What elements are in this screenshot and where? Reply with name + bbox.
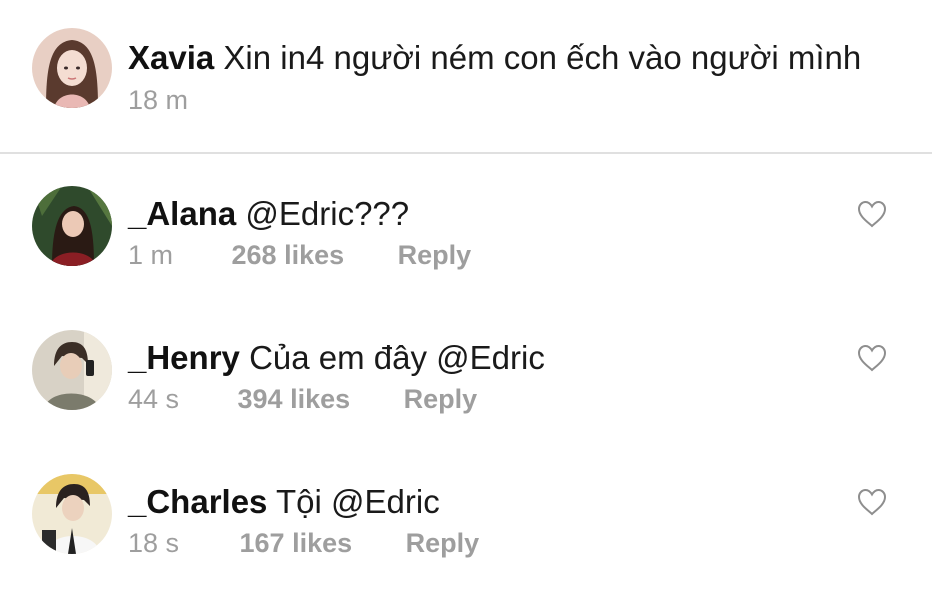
comment-text-line: _Henry Của em đây @Edric <box>128 338 545 378</box>
post-text-line: Xavia Xin in4 người ném con ếch vào ngườ… <box>128 38 861 78</box>
heart-outline-icon[interactable] <box>857 344 887 372</box>
likes-count[interactable]: 268 likes <box>232 238 345 272</box>
heart-outline-icon[interactable] <box>857 200 887 228</box>
comment-username[interactable]: _Charles <box>128 483 267 520</box>
comment-meta: 44 s 394 likes Reply <box>128 382 477 416</box>
comment-username[interactable]: _Alana <box>128 195 236 232</box>
avatar[interactable] <box>32 330 112 410</box>
comment-meta: 18 s 167 likes Reply <box>128 526 479 560</box>
comment-text: Của em đây @Edric <box>249 339 545 376</box>
comment-time: 44 s <box>128 384 180 414</box>
likes-count[interactable]: 394 likes <box>238 382 351 416</box>
divider <box>0 152 932 154</box>
avatar[interactable] <box>32 186 112 266</box>
comment-time: 18 s <box>128 528 180 558</box>
comment-text-line: _Charles Tội @Edric <box>128 482 440 522</box>
avatar[interactable] <box>32 474 112 554</box>
original-post: Xavia Xin in4 người ném con ếch vào ngườ… <box>0 0 932 152</box>
comment-item: _Henry Của em đây @Edric 44 s 394 likes … <box>0 330 932 460</box>
reply-button[interactable]: Reply <box>404 382 478 416</box>
likes-count[interactable]: 167 likes <box>240 526 353 560</box>
heart-outline-icon[interactable] <box>857 488 887 516</box>
reply-button[interactable]: Reply <box>398 238 472 272</box>
post-username[interactable]: Xavia <box>128 39 214 76</box>
post-text: Xin in4 người ném con ếch vào người mình <box>223 39 862 76</box>
comment-time: 1 m <box>128 240 174 270</box>
comment-thread: Xavia Xin in4 người ném con ếch vào ngườ… <box>0 0 932 600</box>
comment-item: _Alana @Edric??? 1 m 268 likes Reply <box>0 186 932 316</box>
comment-text: Tội @Edric <box>276 483 440 520</box>
reply-button[interactable]: Reply <box>406 526 480 560</box>
comment-text-line: _Alana @Edric??? <box>128 194 409 234</box>
comment-item: _Charles Tội @Edric 18 s 167 likes Reply <box>0 474 932 600</box>
comment-username[interactable]: _Henry <box>128 339 240 376</box>
comment-text: @Edric??? <box>245 195 410 232</box>
avatar[interactable] <box>32 28 112 108</box>
post-time: 18 m <box>128 85 189 115</box>
comment-meta: 1 m 268 likes Reply <box>128 238 471 272</box>
